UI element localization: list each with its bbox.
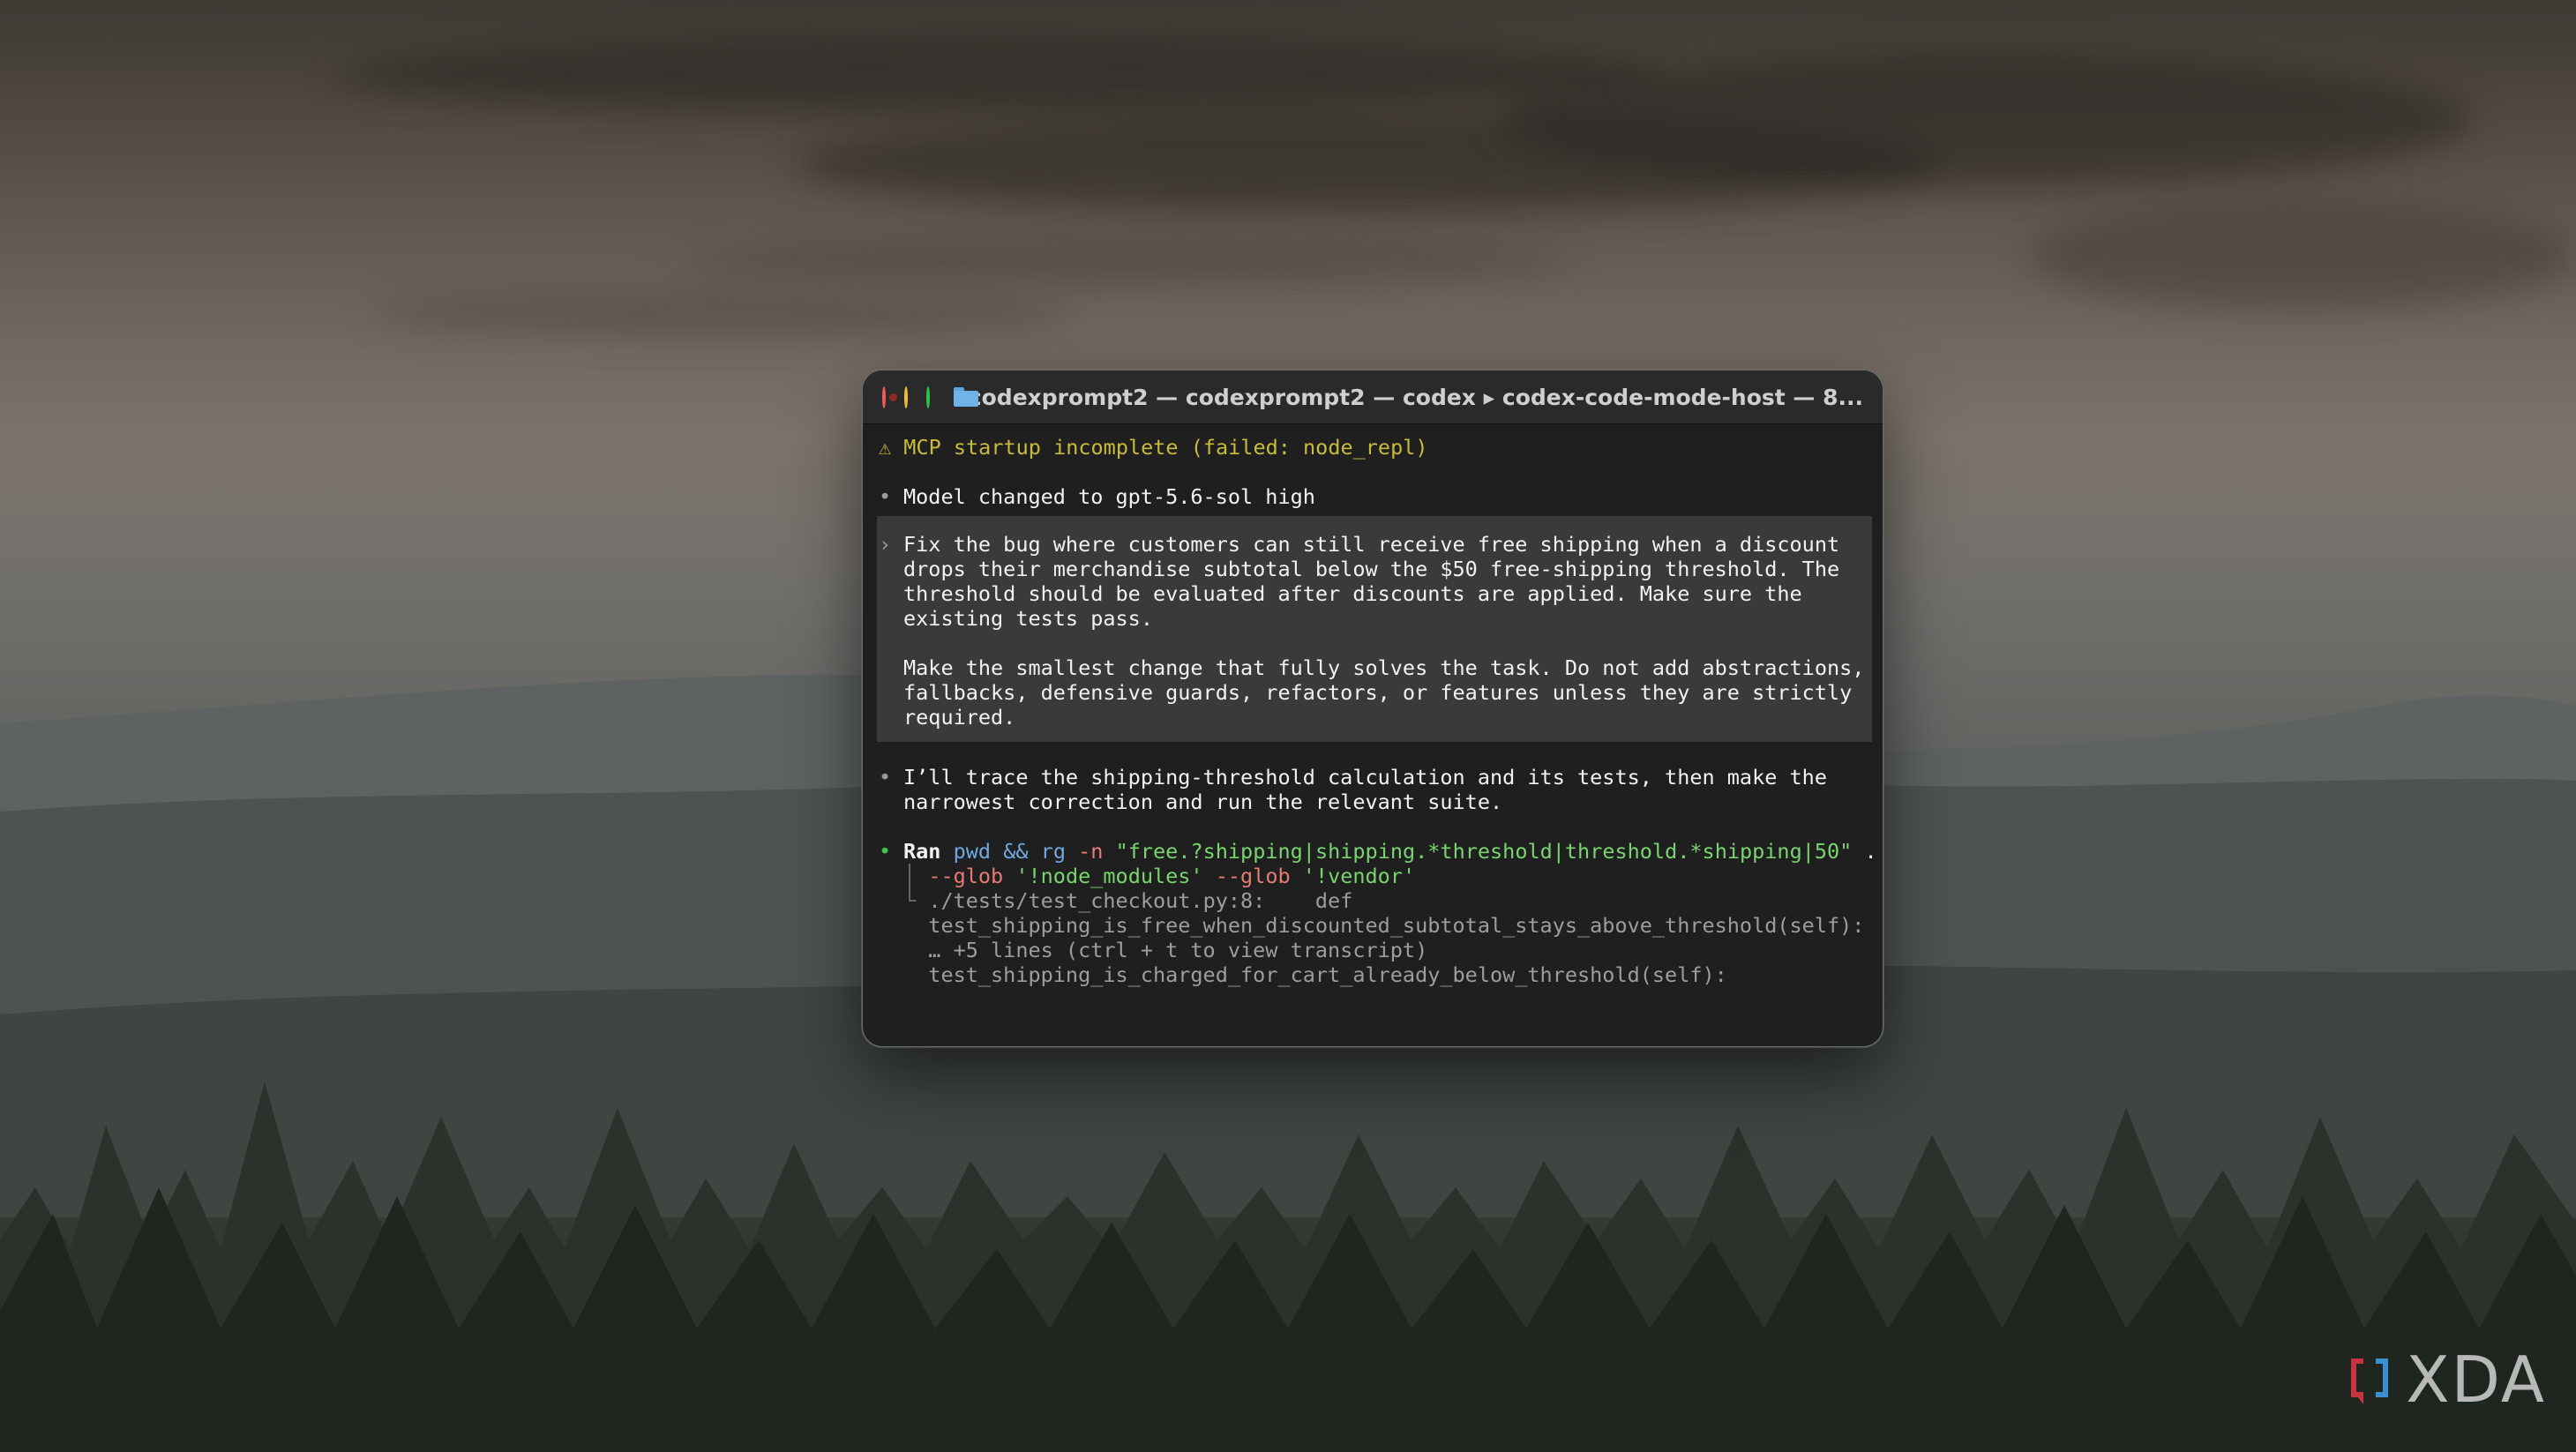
minimize-button[interactable] xyxy=(904,385,909,408)
tree-end-icon: └ xyxy=(903,888,917,913)
command-rg: rg xyxy=(1040,839,1066,864)
prompt-line xyxy=(879,631,1872,655)
zoom-button[interactable] xyxy=(926,385,931,408)
command-output: test_shipping_is_free_when_discounted_su… xyxy=(928,913,1865,938)
command-flag: --glob xyxy=(1215,864,1291,888)
model-changed-text: Model changed to gpt-5.6-sol high xyxy=(903,484,1315,509)
ran-label: Ran xyxy=(903,839,941,864)
prompt-line: existing tests pass. xyxy=(879,606,1872,631)
command-glob: '!node_modules' xyxy=(1015,864,1203,888)
prompt-text: Make the smallest change that fully solv… xyxy=(903,655,1865,680)
command-output-line: … +5 lines (ctrl + t to view transcript) xyxy=(879,938,1883,962)
command-output: test_shipping_is_charged_for_cart_alread… xyxy=(928,962,1727,987)
prompt-text: required. xyxy=(903,705,1016,730)
command-output-line: test_shipping_is_charged_for_cart_alread… xyxy=(879,962,1883,987)
command-flag: --glob xyxy=(928,864,1004,888)
ran-command-line: • Ran pwd && rg -n "free.?shipping|shipp… xyxy=(879,839,1883,864)
command-glob: '!vendor' xyxy=(1302,864,1416,888)
prompt-chevron-icon: › xyxy=(879,532,892,557)
prompt-text: existing tests pass. xyxy=(903,606,1153,631)
prompt-text: drops their merchandise subtotal below t… xyxy=(903,557,1840,581)
terminal-output[interactable]: ⚠ MCP startup incomplete (failed: node_r… xyxy=(863,424,1883,987)
prompt-line: Make the smallest change that fully solv… xyxy=(879,655,1872,680)
window-titlebar[interactable]: codexprompt2 — codexprompt2 — codex ▸ co… xyxy=(863,370,1883,424)
command-pattern: "free.?shipping|shipping.*threshold|thre… xyxy=(1115,839,1853,864)
prompt-line: fallbacks, defensive guards, refactors, … xyxy=(879,680,1872,705)
bullet-icon: • xyxy=(879,484,892,509)
xda-watermark: XDA xyxy=(2346,1343,2546,1417)
command-pwd: pwd xyxy=(953,839,992,864)
command-and: && xyxy=(1003,839,1029,864)
user-prompt-block: › Fix the bug where customers can still … xyxy=(877,516,1872,742)
bullet-icon: • xyxy=(879,765,892,790)
assistant-text: narrowest correction and run the relevan… xyxy=(903,790,1503,814)
command-output: ./tests/test_checkout.py:8: def xyxy=(928,888,1353,913)
prompt-line: drops their merchandise subtotal below t… xyxy=(879,557,1872,581)
command-output-line: └ ./tests/test_checkout.py:8: def xyxy=(879,888,1883,913)
window-title: codexprompt2 — codexprompt2 — codex ▸ co… xyxy=(968,384,1863,410)
assistant-text: I’ll trace the shipping-threshold calcul… xyxy=(903,765,1827,790)
prompt-text: threshold should be evaluated after disc… xyxy=(903,581,1802,606)
success-dot-icon: • xyxy=(879,839,892,864)
terminal-window[interactable]: codexprompt2 — codexprompt2 — codex ▸ co… xyxy=(863,370,1883,1046)
assistant-message-line: • I’ll trace the shipping-threshold calc… xyxy=(879,765,1883,790)
xda-logo-icon xyxy=(2346,1353,2393,1406)
close-button[interactable] xyxy=(882,385,898,408)
model-changed-line: • Model changed to gpt-5.6-sol high xyxy=(879,484,1883,509)
mcp-warning-line: ⚠ MCP startup incomplete (failed: node_r… xyxy=(879,435,1883,460)
command-output-line: test_shipping_is_free_when_discounted_su… xyxy=(879,913,1883,938)
prompt-line: threshold should be evaluated after disc… xyxy=(879,581,1872,606)
mcp-warning: ⚠ MCP startup incomplete (failed: node_r… xyxy=(879,435,1428,460)
ran-command-line: │ --glob '!node_modules' --glob '!vendor… xyxy=(879,864,1883,888)
prompt-line: › Fix the bug where customers can still … xyxy=(879,532,1872,557)
command-output-collapsed[interactable]: … +5 lines (ctrl + t to view transcript) xyxy=(928,938,1427,962)
command-path: . xyxy=(1864,839,1877,864)
command-flag: -n xyxy=(1078,839,1104,864)
xda-watermark-text: XDA xyxy=(2406,1343,2546,1417)
assistant-message-line: narrowest correction and run the relevan… xyxy=(879,790,1883,814)
tree-branch-icon: │ xyxy=(903,864,917,888)
folder-icon xyxy=(954,387,977,407)
prompt-line: required. xyxy=(879,705,1872,730)
prompt-text: Fix the bug where customers can still re… xyxy=(903,532,1840,557)
prompt-text: fallbacks, defensive guards, refactors, … xyxy=(903,680,1853,705)
